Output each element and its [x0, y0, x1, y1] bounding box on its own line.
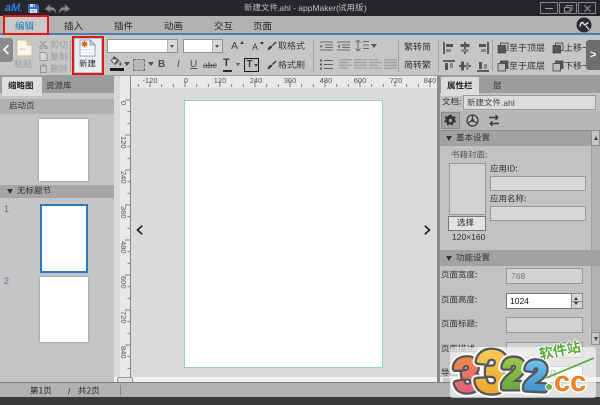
svg-text:2: 2 [502, 350, 525, 397]
